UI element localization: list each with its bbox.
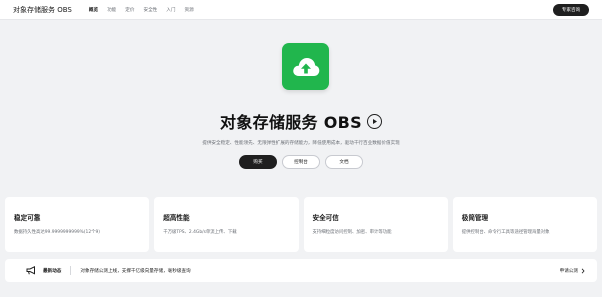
docs-button[interactable]: 文档 — [325, 155, 363, 169]
tab-getting-started[interactable]: 入门 — [166, 7, 175, 13]
tab-resources[interactable]: 资源 — [184, 7, 193, 13]
feature-cards: 稳定可靠 数据持久性高达99.9999999999%(12个9) 超高性能 千万… — [5, 197, 597, 252]
news-text[interactable]: 对象存储公测上线，支撑千亿级向量存储，毫秒级查询 — [80, 268, 190, 274]
feature-desc: 支持细粒度访问控制、加密、审计等功能 — [312, 230, 392, 235]
feature-card-security: 安全可信 支持细粒度访问控制、加密、审计等功能 — [303, 197, 448, 252]
nav-tabs: 概览 功能 定价 安全性 入门 资源 — [89, 7, 194, 13]
tab-pricing[interactable]: 定价 — [125, 7, 134, 13]
news-label: 最新动态 — [43, 268, 62, 274]
divider — [70, 266, 72, 275]
feature-desc: 数据持久性高达99.9999999999%(12个9) — [14, 230, 101, 235]
hero-buttons: 购买 控制台 文档 — [0, 155, 602, 169]
tab-overview[interactable]: 概览 — [89, 7, 98, 13]
feature-title: 极简管理 — [461, 214, 489, 222]
tab-features[interactable]: 功能 — [107, 7, 116, 13]
apply-beta-label: 申请公测 — [559, 268, 578, 274]
buy-button[interactable]: 购买 — [239, 155, 277, 169]
top-navigation-bar: 对象存储服务 OBS 概览 功能 定价 安全性 入门 资源 专家咨询 — [0, 0, 602, 20]
expert-consult-button[interactable]: 专家咨询 — [553, 4, 589, 16]
feature-title: 超高性能 — [163, 214, 190, 222]
megaphone-icon — [26, 266, 37, 275]
hero-title: 对象存储服务 OBS — [220, 113, 362, 132]
feature-title: 稳定可靠 — [14, 214, 41, 222]
chevron-right-icon — [581, 268, 585, 273]
news-bar: 最新动态 对象存储公测上线，支撑千亿级向量存储，毫秒级查询 申请公测 — [5, 259, 597, 282]
feature-card-management: 极简管理 提供控制台、命令行工具等途径管理海量对象 — [452, 197, 597, 252]
feature-card-reliability: 稳定可靠 数据持久性高达99.9999999999%(12个9) — [5, 197, 150, 252]
play-video-icon[interactable] — [366, 113, 382, 129]
feature-card-performance: 超高性能 千万级TPS、2.4Gb/s单流上传、下载 — [154, 197, 299, 252]
apply-beta-link[interactable]: 申请公测 — [560, 259, 585, 282]
cloud-upload-icon — [282, 43, 329, 90]
hero-title-row: 对象存储服务 OBS — [0, 109, 602, 133]
console-button[interactable]: 控制台 — [282, 155, 320, 169]
feature-title: 安全可信 — [312, 214, 339, 222]
tab-security[interactable]: 安全性 — [143, 7, 157, 13]
hero-description: 提供安全稳定、性能领先、无限弹性扩展的存储能力，降低使用成本，驱动千行百业数据价… — [202, 141, 400, 146]
feature-desc: 提供控制台、命令行工具等途径管理海量对象 — [461, 230, 550, 235]
feature-desc: 千万级TPS、2.4Gb/s单流上传、下载 — [163, 230, 237, 235]
brand-title[interactable]: 对象存储服务 OBS — [13, 5, 72, 15]
